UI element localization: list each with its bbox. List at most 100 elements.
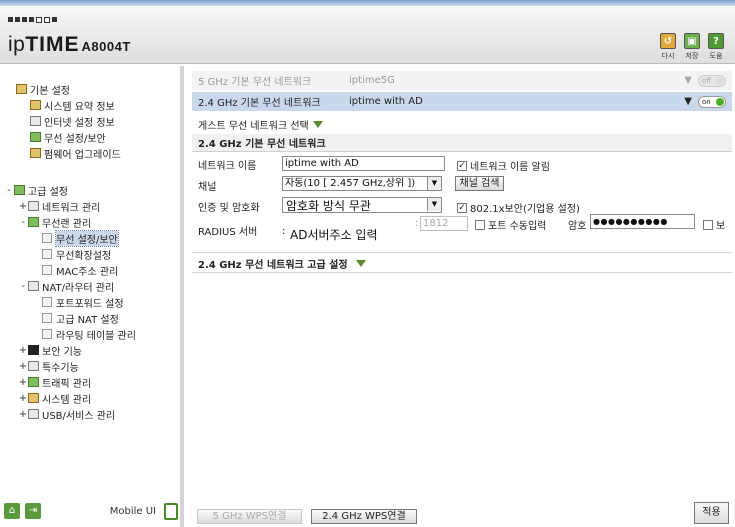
sidebar-item-basic-settings[interactable]: 기본 설정 (16, 82, 70, 97)
save-icon: ▣ (684, 33, 700, 49)
usb-icon (28, 409, 39, 419)
brand-logo: ipTIME A8004T (8, 33, 131, 56)
special-icon (28, 361, 39, 371)
sidebar-item-wireless-extension[interactable]: 무선확장설정 (42, 247, 111, 262)
firmware-icon (30, 148, 41, 158)
page-icon (42, 313, 52, 323)
router-icon (28, 281, 39, 291)
password-input[interactable]: ●●●●●●●●●● (590, 214, 695, 229)
expand-toggle[interactable]: + (18, 345, 28, 356)
sidebar-item-internet-info[interactable]: 인터넷 설정 정보 (30, 114, 115, 129)
header-bar: ipTIME A8004T ↺ 다시 ▣ 저장 ? 도움 (0, 6, 735, 64)
advanced-section-toggle[interactable]: 2.4 GHz 무선 네트워크 고급 설정 (192, 255, 732, 273)
sidebar-footer: ⌂ ⇥ Mobile UI (4, 503, 180, 521)
wireless-icon (30, 132, 41, 142)
show-password-checkbox[interactable]: 보 (703, 217, 725, 232)
sidebar-item-wireless-mgmt[interactable]: - 무선랜 관리 (18, 215, 91, 230)
sidebar-item-system-mgmt[interactable]: + 시스템 관리 (18, 391, 91, 406)
page-icon (42, 233, 52, 243)
sidebar-item-system-summary[interactable]: 시스템 요약 정보 (30, 98, 115, 113)
sidebar-item-mac-mgmt[interactable]: MAC주소 관리 (42, 263, 118, 278)
sidebar-item-advanced-nat[interactable]: 고급 NAT 설정 (42, 311, 119, 326)
network-row-5ghz[interactable]: 5 GHz 기본 무선 네트워크 iptime5G ▼ off (192, 71, 732, 90)
radius-port-input[interactable]: 1812 (420, 216, 468, 231)
network-row-24ghz[interactable]: 2.4 GHz 기본 무선 네트워크 iptime with AD ▼ on (192, 92, 732, 111)
guest-network-select[interactable]: 게스트 무선 네트워크 선택 (198, 117, 323, 132)
settings-icon (14, 185, 25, 195)
help-icon: ? (708, 33, 724, 49)
radius-label: RADIUS 서버 (198, 227, 258, 238)
sidebar-item-nat-router[interactable]: - NAT/라우터 관리 (18, 279, 114, 294)
mobile-phone-icon[interactable] (164, 503, 178, 520)
expand-toggle[interactable]: + (18, 409, 28, 420)
wireless-toggle-5ghz[interactable]: off (698, 74, 726, 87)
expand-toggle[interactable]: + (18, 393, 28, 404)
lock-icon (28, 345, 39, 355)
port-manual-checkbox[interactable]: 포트 수동입력 (475, 217, 546, 232)
main-panel: 5 GHz 기본 무선 네트워크 iptime5G ▼ off 2.4 GHz … (189, 66, 735, 527)
network-name-label: 네트워크 이름 (198, 161, 257, 172)
checkbox-unchecked (475, 219, 485, 230)
sidebar-item-wireless-basic[interactable]: 무선 설정/보안 (30, 130, 106, 145)
sidebar-item-network-mgmt[interactable]: + 네트워크 관리 (18, 199, 101, 214)
sidebar-item-routing-table[interactable]: 라우팅 테이블 관리 (42, 327, 136, 342)
channel-search-button[interactable]: 채널 검색 (455, 176, 504, 191)
settings-icon (16, 84, 27, 94)
checkbox-checked: ✓ (457, 160, 467, 171)
filter-icon[interactable]: ▼ (684, 75, 692, 86)
help-button[interactable]: ? 도움 (707, 33, 725, 61)
collapse-toggle[interactable]: - (4, 185, 14, 196)
page-icon (42, 297, 52, 307)
sidebar-item-special[interactable]: + 특수기능 (18, 359, 79, 374)
logout-icon[interactable]: ⇥ (25, 503, 41, 519)
reload-button[interactable]: ↺ 다시 (659, 33, 677, 61)
collapse-toggle[interactable]: - (18, 217, 28, 228)
dot1x-checkbox[interactable]: ✓ 802.1x보안(기업용 설정) (457, 200, 580, 215)
sidebar-item-usb-service[interactable]: + USB/서비스 관리 (18, 407, 115, 422)
chevron-down-icon (312, 121, 323, 128)
home-icon[interactable]: ⌂ (4, 503, 20, 519)
brand-dots (8, 17, 57, 23)
traffic-icon (28, 377, 39, 387)
checkbox-checked: ✓ (457, 202, 467, 213)
mobile-ui-link[interactable]: Mobile UI (110, 506, 156, 517)
expand-toggle[interactable]: + (18, 377, 28, 388)
chevron-down-icon: ▼ (427, 198, 441, 211)
channel-select[interactable]: 자동(10 [ 2.457 GHz,상위 ]) ▼ (282, 176, 442, 191)
chevron-down-icon (355, 260, 366, 267)
network-name-input[interactable]: iptime with AD (282, 156, 445, 171)
expand-toggle[interactable]: + (18, 201, 28, 212)
apply-button[interactable]: 적용 (694, 502, 729, 524)
basic-section-title: 2.4 GHz 기본 무선 네트워크 (192, 134, 732, 152)
save-button[interactable]: ▣ 저장 (683, 33, 701, 61)
network-icon (30, 116, 41, 126)
page-icon (42, 265, 52, 275)
page-icon (42, 249, 52, 259)
wireless-icon (28, 217, 39, 227)
channel-label: 채널 (198, 182, 217, 193)
expand-toggle[interactable]: + (18, 361, 28, 372)
model-name: A8004T (81, 39, 131, 54)
filter-icon[interactable]: ▼ (684, 96, 692, 107)
sidebar-item-traffic[interactable]: + 트래픽 관리 (18, 375, 91, 390)
wps-5ghz-button[interactable]: 5 GHz WPS연결 (197, 509, 302, 524)
sidebar-item-security[interactable]: + 보안 기능 (18, 343, 82, 358)
wireless-toggle-24ghz[interactable]: on (698, 95, 726, 108)
radius-server-input[interactable]: AD서버주소 입력 (290, 226, 378, 243)
password-label: 암호 (568, 221, 587, 232)
auth-label: 인증 및 암호화 (198, 203, 260, 214)
reload-icon: ↺ (660, 33, 676, 49)
collapse-toggle[interactable]: - (18, 281, 28, 292)
ssid-broadcast-checkbox[interactable]: ✓ 네트워크 이름 알림 (457, 158, 550, 173)
sidebar-item-firmware[interactable]: 펌웨어 업그레이드 (30, 146, 121, 161)
divider (192, 252, 732, 253)
wps-24ghz-button[interactable]: 2.4 GHz WPS연결 (311, 509, 417, 524)
sidebar-item-port-forward[interactable]: 포트포워드 설정 (42, 295, 124, 310)
sidebar-item-wireless-security[interactable]: 무선 설정/보안 (42, 229, 119, 247)
sidebar-item-advanced-settings[interactable]: - 고급 설정 (4, 183, 68, 198)
encryption-value: 암호화 방식 무관 (286, 199, 371, 213)
system-icon (28, 393, 39, 403)
sidebar: 기본 설정 시스템 요약 정보 인터넷 설정 정보 무선 설정/보안 펌웨어 업… (0, 66, 184, 527)
chevron-down-icon: ▼ (427, 177, 441, 190)
chart-icon (30, 100, 41, 110)
